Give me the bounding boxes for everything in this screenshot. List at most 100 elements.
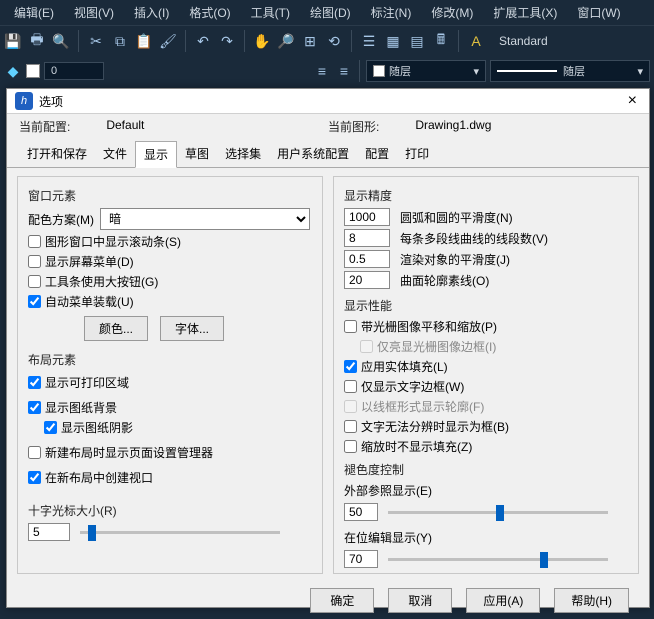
props-icon[interactable]: ☰ <box>360 32 378 50</box>
inplace-fade-slider[interactable] <box>388 550 608 568</box>
contour-lines-label: 曲面轮廓素线(O) <box>400 272 489 289</box>
colors-button[interactable]: 颜色... <box>84 316 148 341</box>
chevron-down-icon: ▾ <box>637 65 643 78</box>
dc-icon[interactable]: ▦ <box>384 32 402 50</box>
tabs: 打开和保存 文件 显示 草图 选择集 用户系统配置 配置 打印 <box>7 135 649 168</box>
apply-button[interactable]: 应用(A) <box>466 588 540 613</box>
auto-menu-check[interactable] <box>28 295 41 308</box>
raster-frame-check <box>360 340 373 353</box>
app-icon: h <box>15 92 33 110</box>
lineweight-input[interactable] <box>44 62 104 80</box>
text-frame-check[interactable] <box>344 380 357 393</box>
window-elements-title: 窗口元素 <box>28 187 312 204</box>
toolbar-main: 💾 🖶 🔍 ✂ ⧉ 📋 🖌 ↶ ↷ ✋ 🔎 ⊞ ⟲ ☰ ▦ ▤ 🖩 A Stan… <box>0 25 654 56</box>
text-box-check[interactable] <box>344 420 357 433</box>
pline-segs-label: 每条多段线曲线的线段数(V) <box>400 230 548 247</box>
ok-button[interactable]: 确定 <box>310 588 374 613</box>
xref-fade-input[interactable] <box>344 503 378 521</box>
menu-dim[interactable]: 标注(N) <box>361 2 422 23</box>
pan-icon[interactable]: ✋ <box>253 32 271 50</box>
copy-icon[interactable]: ⧉ <box>111 32 129 50</box>
menu-draw[interactable]: 绘图(D) <box>300 2 361 23</box>
linetype-bylayer-select[interactable]: 随层 ▾ <box>490 60 650 82</box>
arc-smooth-input[interactable] <box>344 208 390 226</box>
drawing-value: Drawing1.dwg <box>415 118 491 135</box>
fade-control-title: 褪色度控制 <box>344 461 628 478</box>
save-icon[interactable]: 💾 <box>4 32 22 50</box>
raster-pan-check[interactable] <box>344 320 357 333</box>
right-panel: 显示精度 圆弧和圆的平滑度(N) 每条多段线曲线的线段数(V) 渲染对象的平滑度… <box>333 176 639 574</box>
tab-print[interactable]: 打印 <box>397 141 437 167</box>
menu-extend[interactable]: 扩展工具(X) <box>483 2 567 23</box>
crosshair-value[interactable] <box>28 523 70 541</box>
pline-segs-input[interactable] <box>344 229 390 247</box>
text-style-icon[interactable]: A <box>467 32 485 50</box>
scrollbars-check[interactable] <box>28 235 41 248</box>
menu-tools[interactable]: 工具(T) <box>241 2 300 23</box>
menubar: 编辑(E) 视图(V) 插入(I) 格式(O) 工具(T) 绘图(D) 标注(N… <box>0 0 654 25</box>
zoom-fill-check[interactable] <box>344 440 357 453</box>
calc-icon[interactable]: 🖩 <box>432 32 450 50</box>
paper-bg-check[interactable] <box>28 401 41 414</box>
xref-fade-label: 外部参照显示(E) <box>344 482 628 499</box>
printable-area-check[interactable] <box>28 376 41 389</box>
zoom-prev-icon[interactable]: ⟲ <box>325 32 343 50</box>
xref-fade-slider[interactable] <box>388 503 608 521</box>
menu-window[interactable]: 窗口(W) <box>567 2 630 23</box>
undo-icon[interactable]: ↶ <box>194 32 212 50</box>
layer-list2-icon[interactable]: ≡ <box>335 62 353 80</box>
display-perf-title: 显示性能 <box>344 297 628 314</box>
tab-userpref[interactable]: 用户系统配置 <box>269 141 357 167</box>
tab-sketch[interactable]: 草图 <box>177 141 217 167</box>
menu-edit[interactable]: 编辑(E) <box>4 2 64 23</box>
create-vp-check[interactable] <box>28 471 41 484</box>
contour-lines-input[interactable] <box>344 271 390 289</box>
layer-list-icon[interactable]: ≡ <box>313 62 331 80</box>
inplace-fade-label: 在位编辑显示(Y) <box>344 529 628 546</box>
profile-value: Default <box>106 118 144 135</box>
cut-icon[interactable]: ✂ <box>87 32 105 50</box>
menu-insert[interactable]: 插入(I) <box>124 2 179 23</box>
cancel-button[interactable]: 取消 <box>388 588 452 613</box>
menu-modify[interactable]: 修改(M) <box>421 2 483 23</box>
color-swatch[interactable] <box>26 64 40 78</box>
menu-view[interactable]: 视图(V) <box>64 2 124 23</box>
tab-profiles[interactable]: 配置 <box>357 141 397 167</box>
match-icon[interactable]: 🖌 <box>159 32 177 50</box>
large-buttons-check[interactable] <box>28 275 41 288</box>
text-style-value[interactable]: Standard <box>491 34 556 48</box>
crosshair-slider[interactable] <box>80 523 280 541</box>
profile-label: 当前配置: <box>19 118 70 135</box>
paper-shadow-check[interactable] <box>44 421 57 434</box>
tab-display[interactable]: 显示 <box>135 141 177 168</box>
solid-fill-check[interactable] <box>344 360 357 373</box>
dialog-titlebar: h 选项 × <box>7 89 649 114</box>
zoom-win-icon[interactable]: ⊞ <box>301 32 319 50</box>
color-scheme-select[interactable]: 暗 <box>100 208 310 230</box>
left-panel: 窗口元素 配色方案(M) 暗 图形窗口中显示滚动条(S) 显示屏幕菜单(D) 工… <box>17 176 323 574</box>
tab-files[interactable]: 文件 <box>95 141 135 167</box>
color-bylayer-select[interactable]: 随层 ▾ <box>366 60 486 82</box>
layer-icon[interactable]: ◆ <box>4 62 22 80</box>
crosshair-label: 十字光标大小(R) <box>28 502 312 519</box>
tab-open-save[interactable]: 打开和保存 <box>19 141 95 167</box>
preview-icon[interactable]: 🔍 <box>52 32 70 50</box>
dialog-footer: 确定 取消 应用(A) 帮助(H) <box>7 582 649 619</box>
redo-icon[interactable]: ↷ <box>218 32 236 50</box>
tab-selection[interactable]: 选择集 <box>217 141 269 167</box>
paste-icon[interactable]: 📋 <box>135 32 153 50</box>
close-button[interactable]: × <box>624 92 641 110</box>
fonts-button[interactable]: 字体... <box>160 316 224 341</box>
render-smooth-input[interactable] <box>344 250 390 268</box>
arc-smooth-label: 圆弧和圆的平滑度(N) <box>400 209 513 226</box>
print-icon[interactable]: 🖶 <box>28 32 46 50</box>
page-setup-mgr-check[interactable] <box>28 446 41 459</box>
inplace-fade-input[interactable] <box>344 550 378 568</box>
drawing-label: 当前图形: <box>328 118 379 135</box>
zoom-icon[interactable]: 🔎 <box>277 32 295 50</box>
screenmenu-check[interactable] <box>28 255 41 268</box>
layout-elements-title: 布局元素 <box>28 351 312 368</box>
help-button[interactable]: 帮助(H) <box>554 588 629 613</box>
toolpal-icon[interactable]: ▤ <box>408 32 426 50</box>
menu-format[interactable]: 格式(O) <box>179 2 240 23</box>
